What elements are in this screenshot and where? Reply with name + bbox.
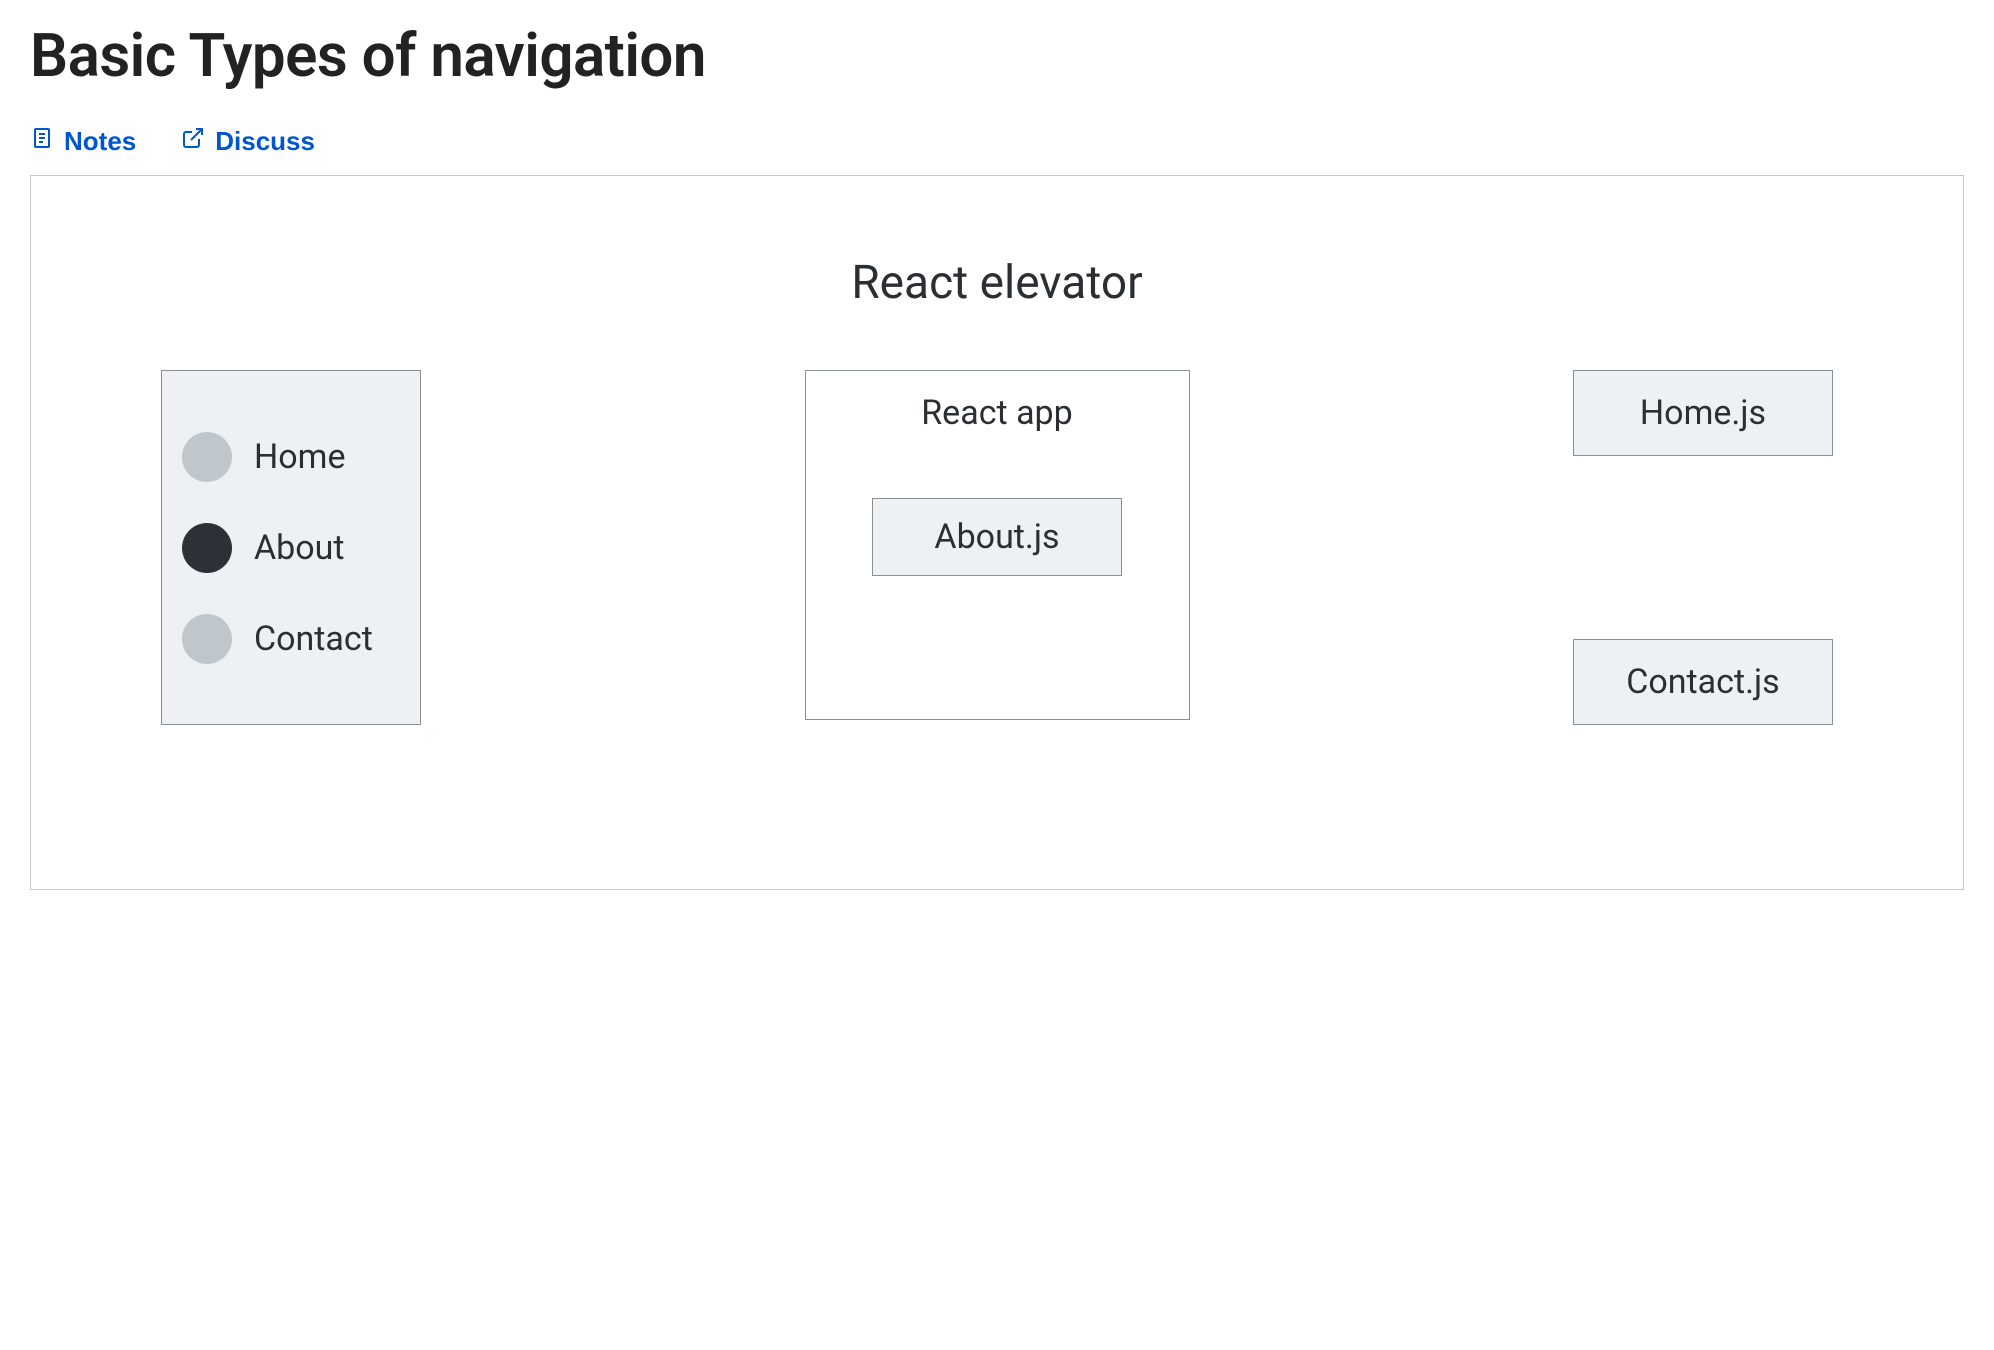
- nav-item-label: Home: [254, 437, 346, 477]
- diagram: Home About Contact React app About.js Ho…: [91, 370, 1903, 725]
- notes-button[interactable]: Notes: [30, 126, 136, 157]
- nav-dot-icon: [182, 523, 232, 573]
- nav-dot-icon: [182, 432, 232, 482]
- loaded-file-chip: About.js: [872, 498, 1122, 576]
- toolbar: Notes Discuss: [30, 126, 1964, 157]
- nav-item-about: About: [182, 523, 400, 573]
- nav-item-contact: Contact: [182, 614, 400, 664]
- react-app-box: React app About.js: [805, 370, 1190, 720]
- page-title: Basic Types of navigation: [30, 20, 1964, 91]
- notes-label: Notes: [64, 126, 136, 157]
- nav-dot-icon: [182, 614, 232, 664]
- notes-icon: [30, 126, 54, 157]
- app-box-title: React app: [921, 393, 1073, 433]
- file-box-home: Home.js: [1573, 370, 1833, 456]
- slide-title: React elevator: [91, 256, 1903, 310]
- nav-item-label: About: [254, 528, 345, 568]
- nav-item-home: Home: [182, 432, 400, 482]
- files-column: Home.js Contact.js: [1573, 370, 1833, 725]
- file-box-contact: Contact.js: [1573, 639, 1833, 725]
- discuss-button[interactable]: Discuss: [181, 126, 315, 157]
- discuss-label: Discuss: [215, 126, 315, 157]
- external-link-icon: [181, 126, 205, 157]
- nav-panel: Home About Contact: [161, 370, 421, 725]
- slide-frame: React elevator Home About Contact React …: [30, 175, 1964, 890]
- nav-item-label: Contact: [254, 619, 373, 659]
